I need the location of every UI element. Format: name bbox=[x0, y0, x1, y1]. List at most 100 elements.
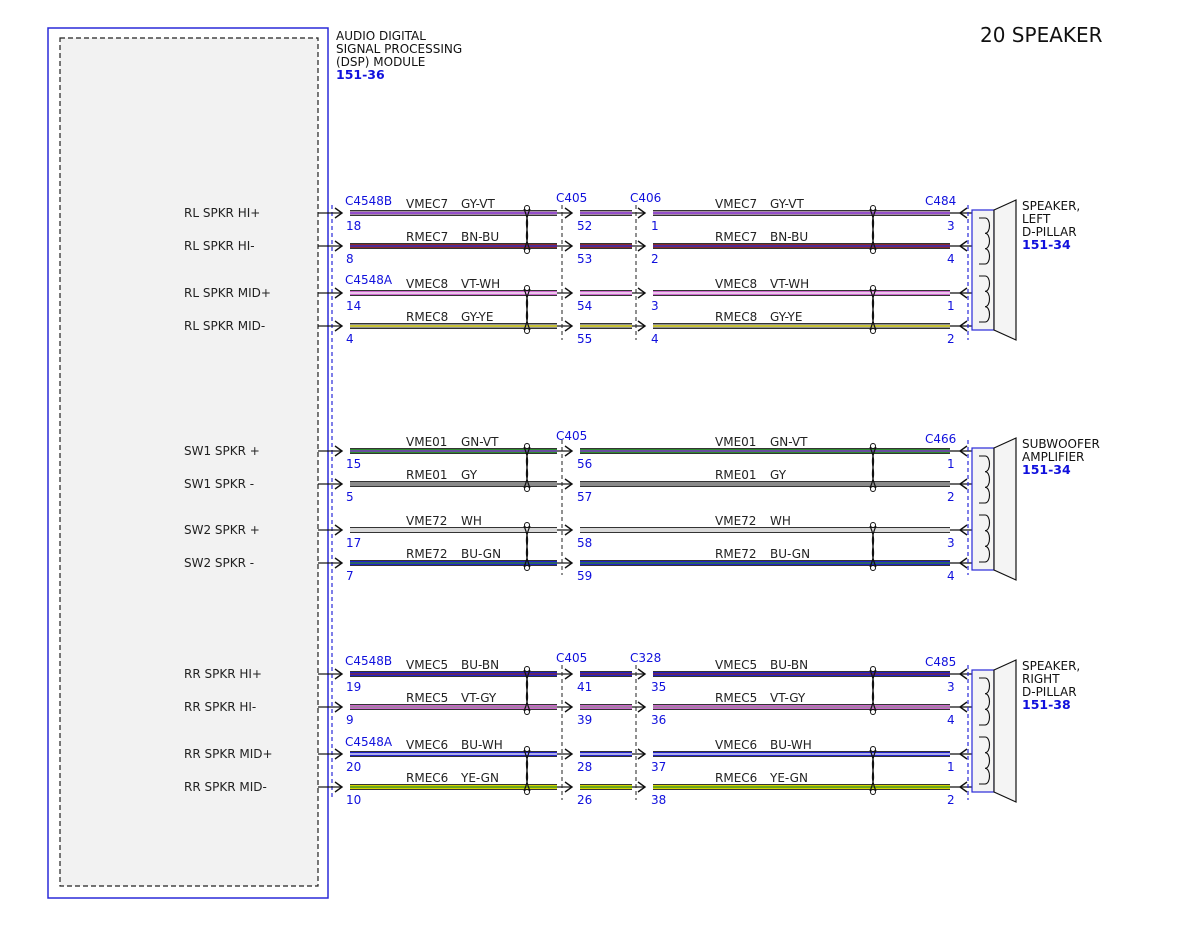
wire-color: VT-GY bbox=[461, 691, 497, 705]
signal-label: SW1 SPKR - bbox=[184, 477, 254, 491]
connector-label: C4548B bbox=[345, 654, 392, 668]
pin-number: 3 bbox=[651, 299, 659, 313]
circuit-number: RMEC8 bbox=[406, 310, 448, 324]
circuit-number: RMEC6 bbox=[406, 771, 448, 785]
signal-label: RR SPKR HI+ bbox=[184, 667, 262, 681]
components-group: SPEAKER,LEFTD-PILLAR151-34 SUBWOOFERAMPLI… bbox=[971, 199, 1100, 803]
wire-color: VT-WH bbox=[461, 277, 500, 291]
twist-end bbox=[524, 328, 530, 334]
wire-color: BU-WH bbox=[461, 738, 503, 752]
circuit-number: RMEC7 bbox=[406, 230, 448, 244]
wire-color: GY-YE bbox=[770, 310, 802, 324]
twist-end bbox=[870, 443, 876, 449]
connector-label: C328 bbox=[630, 651, 661, 665]
twist-end bbox=[870, 285, 876, 291]
twist-end bbox=[870, 486, 876, 492]
signal-label: SW1 SPKR + bbox=[184, 444, 260, 458]
circuit-number: RMEC5 bbox=[406, 691, 448, 705]
twist-end bbox=[524, 746, 530, 752]
connector-label: C466 bbox=[925, 432, 956, 446]
twist-end bbox=[870, 789, 876, 795]
twist-end bbox=[870, 565, 876, 571]
component-spk-left: SPEAKER,LEFTD-PILLAR151-34 bbox=[971, 199, 1080, 341]
pin-number: 9 bbox=[346, 713, 354, 727]
signal-label: RR SPKR MID+ bbox=[184, 747, 273, 761]
circuit-number: VME72 bbox=[406, 514, 447, 528]
pin-number: 4 bbox=[651, 332, 659, 346]
circuit-number: RMEC7 bbox=[715, 230, 757, 244]
wire-color: GY-YE bbox=[461, 310, 493, 324]
wire-color: BU-BN bbox=[461, 658, 499, 672]
wire-color: BU-BN bbox=[770, 658, 808, 672]
signal-label: RL SPKR MID- bbox=[184, 319, 265, 333]
component-name-line: RIGHT bbox=[1022, 672, 1060, 686]
twist-end bbox=[524, 666, 530, 672]
wiring-diagram: 20 SPEAKER AUDIO DIGITAL SIGNAL PROCESSI… bbox=[47, 23, 1103, 899]
pin-number: 41 bbox=[577, 680, 592, 694]
pin-number: 2 bbox=[947, 793, 955, 807]
signal-label: SW2 SPKR - bbox=[184, 556, 254, 570]
pin-number: 52 bbox=[577, 219, 592, 233]
circuit-number: VMEC8 bbox=[406, 277, 448, 291]
twist-end bbox=[870, 522, 876, 528]
wire-color: YE-GN bbox=[769, 771, 808, 785]
circuit-number: VMEC7 bbox=[406, 197, 448, 211]
connector-label: C405 bbox=[556, 191, 587, 205]
component-connector-box bbox=[971, 209, 995, 331]
pin-number: 1 bbox=[947, 760, 955, 774]
connector-label: C406 bbox=[630, 191, 661, 205]
pin-number: 4 bbox=[346, 332, 354, 346]
pin-number: 19 bbox=[346, 680, 361, 694]
wire-color: GY bbox=[461, 468, 478, 482]
circuit-number: RMEC5 bbox=[715, 691, 757, 705]
pin-number: 36 bbox=[651, 713, 666, 727]
twist-end bbox=[524, 285, 530, 291]
pin-number: 53 bbox=[577, 252, 592, 266]
component-ref: 151-38 bbox=[1022, 697, 1071, 712]
pin-number: 55 bbox=[577, 332, 592, 346]
wire-color: GY-VT bbox=[461, 197, 495, 211]
wire-color: WH bbox=[461, 514, 482, 528]
speaker-cone-icon bbox=[993, 199, 1017, 341]
circuit-number: VMEC7 bbox=[715, 197, 757, 211]
wire-color: VT-GY bbox=[770, 691, 806, 705]
pin-number: 59 bbox=[577, 569, 592, 583]
wire-color: GN-VT bbox=[461, 435, 499, 449]
circuit-number: VMEC6 bbox=[715, 738, 757, 752]
pin-number: 1 bbox=[947, 299, 955, 313]
pin-number: 1 bbox=[947, 457, 955, 471]
component-connector-box bbox=[971, 447, 995, 571]
wire-color: GY-VT bbox=[770, 197, 804, 211]
twist-end bbox=[524, 486, 530, 492]
connector-label: C405 bbox=[556, 429, 587, 443]
diagram-title: 20 SPEAKER bbox=[980, 23, 1103, 47]
twist-end bbox=[870, 746, 876, 752]
pin-number: 2 bbox=[651, 252, 659, 266]
connector-label: C484 bbox=[925, 194, 956, 208]
pin-number: 17 bbox=[346, 536, 361, 550]
pin-number: 2 bbox=[947, 332, 955, 346]
twist-end bbox=[524, 205, 530, 211]
wire-color: GN-VT bbox=[770, 435, 808, 449]
signal-label: RL SPKR HI+ bbox=[184, 206, 260, 220]
pin-number: 18 bbox=[346, 219, 361, 233]
pin-number: 57 bbox=[577, 490, 592, 504]
component-ref: 151-34 bbox=[1022, 462, 1071, 477]
pin-number: 58 bbox=[577, 536, 592, 550]
pin-number: 28 bbox=[577, 760, 592, 774]
twist-end bbox=[870, 205, 876, 211]
circuit-number: RMEC8 bbox=[715, 310, 757, 324]
pin-number: 4 bbox=[947, 252, 955, 266]
pin-number: 26 bbox=[577, 793, 592, 807]
pin-number: 15 bbox=[346, 457, 361, 471]
pin-number: 20 bbox=[346, 760, 361, 774]
twist-end bbox=[524, 709, 530, 715]
wire-color: VT-WH bbox=[770, 277, 809, 291]
pin-number: 4 bbox=[947, 713, 955, 727]
pin-number: 1 bbox=[651, 219, 659, 233]
twist-end bbox=[524, 443, 530, 449]
circuit-number: VME01 bbox=[715, 435, 756, 449]
module-ref: 151-36 bbox=[336, 67, 385, 82]
component-sub-amp: SUBWOOFERAMPLIFIER151-34 bbox=[971, 437, 1100, 581]
circuit-number: RME72 bbox=[406, 547, 448, 561]
